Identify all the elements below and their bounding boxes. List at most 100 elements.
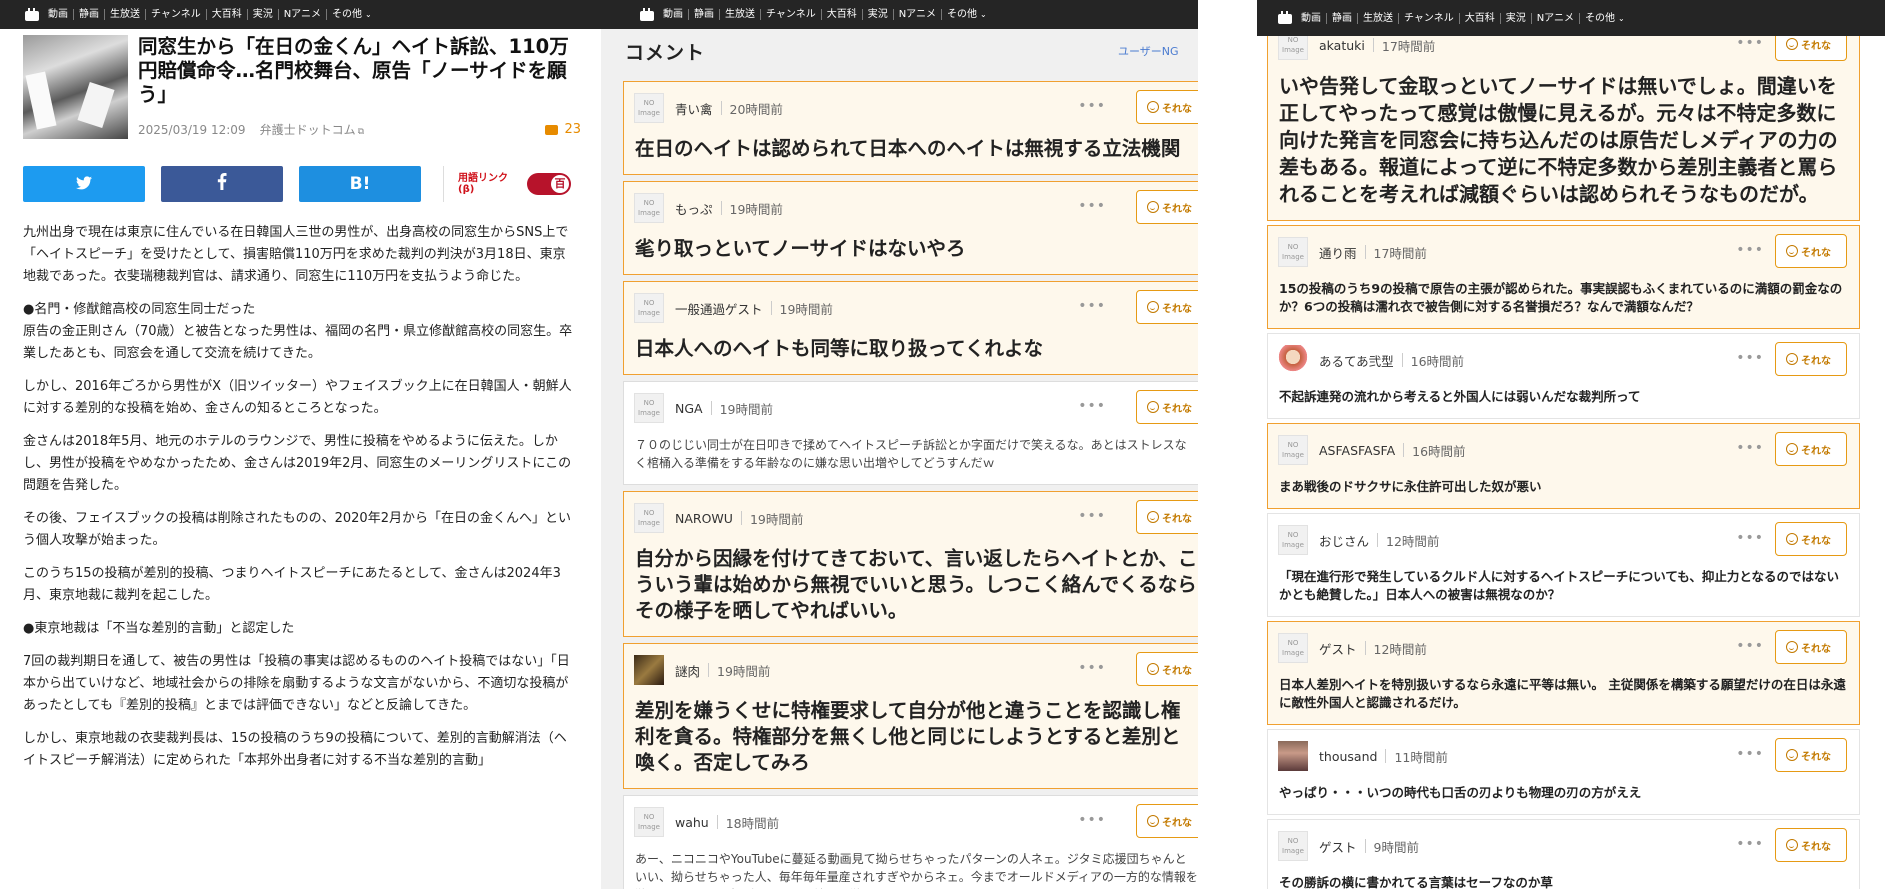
nav-item[interactable]: 大百科 bbox=[820, 9, 862, 20]
sorena-button[interactable]: それな bbox=[1775, 432, 1847, 466]
comment-username[interactable]: NGA bbox=[675, 401, 703, 416]
comment-username[interactable]: ASFASFASFA bbox=[1319, 443, 1395, 458]
nav-item[interactable]: 生放送 bbox=[104, 9, 145, 20]
comment-username[interactable]: ゲスト bbox=[1319, 639, 1357, 658]
more-options-icon[interactable]: ••• bbox=[1736, 35, 1764, 51]
sorena-button[interactable]: それな bbox=[1775, 522, 1847, 556]
nav-item-more[interactable]: その他 ⌄ bbox=[1578, 12, 1630, 24]
nav-item[interactable]: チャンネル bbox=[145, 9, 206, 20]
more-options-icon[interactable]: ••• bbox=[1736, 530, 1764, 546]
nav-item-more[interactable]: その他 ⌄ bbox=[325, 9, 377, 20]
nav-item[interactable]: 動画 bbox=[48, 9, 73, 20]
article-thumbnail[interactable] bbox=[23, 35, 128, 139]
nav-item[interactable]: 静画 bbox=[1326, 12, 1357, 24]
comment-username[interactable]: wahu bbox=[675, 815, 709, 830]
comment-time: 19時間前 bbox=[717, 663, 771, 679]
comment-username[interactable]: NAROWU bbox=[675, 511, 733, 526]
more-options-icon[interactable]: ••• bbox=[1736, 440, 1764, 456]
user-ng-link[interactable]: ユーザーNG bbox=[1118, 43, 1198, 59]
more-options-icon[interactable]: ••• bbox=[1736, 746, 1764, 762]
more-options-icon[interactable]: ••• bbox=[1078, 298, 1106, 314]
more-options-icon[interactable]: ••• bbox=[1078, 198, 1106, 214]
nav-item[interactable]: 静画 bbox=[73, 9, 104, 20]
comment-username[interactable]: thousand bbox=[1319, 749, 1377, 764]
tv-logo-icon[interactable] bbox=[1277, 11, 1293, 25]
nav-item[interactable]: Nアニメ bbox=[1530, 12, 1579, 24]
comment-header: NO Image 青い禽 20時間前 ••• それな bbox=[624, 90, 1198, 126]
more-options-icon[interactable]: ••• bbox=[1736, 242, 1764, 258]
term-link-toggle[interactable]: 百 bbox=[527, 173, 571, 195]
sorena-button[interactable]: それな bbox=[1775, 738, 1847, 772]
avatar[interactable]: NO Image bbox=[1278, 237, 1308, 267]
smile-icon bbox=[1147, 511, 1159, 523]
nav-item[interactable]: 静画 bbox=[688, 9, 719, 20]
nav-item[interactable]: Nアニメ bbox=[277, 9, 326, 20]
comment-username[interactable]: おじさん bbox=[1319, 531, 1369, 550]
tv-logo-icon[interactable] bbox=[639, 7, 655, 22]
avatar[interactable] bbox=[634, 655, 664, 685]
nav-item[interactable]: 生放送 bbox=[1357, 12, 1398, 24]
more-options-icon[interactable]: ••• bbox=[1078, 398, 1106, 414]
more-options-icon[interactable]: ••• bbox=[1078, 508, 1106, 524]
comment-username[interactable]: akatuki bbox=[1319, 38, 1365, 53]
sorena-button[interactable]: それな bbox=[1136, 500, 1198, 534]
avatar[interactable]: NO Image bbox=[634, 193, 664, 223]
avatar[interactable] bbox=[1278, 345, 1308, 375]
sorena-button[interactable]: それな bbox=[1136, 652, 1198, 686]
avatar[interactable]: NO Image bbox=[1278, 633, 1308, 663]
article-source[interactable]: 弁護士ドットコム ⧉ bbox=[260, 121, 364, 138]
facebook-f-icon bbox=[217, 173, 227, 195]
avatar[interactable]: NO Image bbox=[1278, 435, 1308, 465]
comment-username[interactable]: ゲスト bbox=[1319, 837, 1357, 856]
divider bbox=[770, 301, 772, 315]
comment-text: 毟り取っといてノーサイドはないやろ bbox=[635, 237, 966, 260]
nav-item[interactable]: 実況 bbox=[861, 9, 893, 20]
more-options-icon[interactable]: ••• bbox=[1078, 660, 1106, 676]
facebook-share-button[interactable] bbox=[161, 166, 283, 202]
hatena-bookmark-button[interactable]: B! bbox=[299, 166, 421, 202]
avatar[interactable]: NO Image bbox=[634, 807, 664, 837]
nav-item[interactable]: Nアニメ bbox=[892, 9, 941, 20]
sorena-button[interactable]: それな bbox=[1775, 234, 1847, 268]
nav-item[interactable]: 実況 bbox=[246, 9, 278, 20]
nav-item-more[interactable]: その他 ⌄ bbox=[940, 9, 992, 20]
avatar[interactable]: NO Image bbox=[634, 293, 664, 323]
nav-item[interactable]: チャンネル bbox=[1398, 12, 1459, 24]
nav-item[interactable]: 実況 bbox=[1499, 12, 1531, 24]
comment-username[interactable]: 一般通過ゲスト bbox=[675, 299, 763, 318]
nav-item[interactable]: 動画 bbox=[1301, 13, 1326, 24]
tv-logo-icon[interactable] bbox=[24, 7, 40, 22]
nav-item[interactable]: 生放送 bbox=[719, 9, 760, 20]
more-options-icon[interactable]: ••• bbox=[1078, 98, 1106, 114]
avatar[interactable]: NO Image bbox=[1278, 831, 1308, 861]
twitter-share-button[interactable] bbox=[23, 166, 145, 202]
sorena-button[interactable]: それな bbox=[1136, 804, 1198, 838]
avatar[interactable]: NO Image bbox=[1278, 525, 1308, 555]
sorena-button[interactable]: それな bbox=[1775, 342, 1847, 376]
more-options-icon[interactable]: ••• bbox=[1736, 350, 1764, 366]
comment-username[interactable]: あるてあ弐型 bbox=[1319, 351, 1394, 370]
sorena-button[interactable]: それな bbox=[1775, 828, 1847, 862]
sorena-button[interactable]: それな bbox=[1136, 90, 1198, 124]
avatar[interactable]: NO Image bbox=[634, 93, 664, 123]
nav-item[interactable]: チャンネル bbox=[760, 9, 821, 20]
avatar[interactable] bbox=[1278, 741, 1308, 771]
comment-username[interactable]: 謎肉 bbox=[675, 661, 700, 680]
avatar[interactable]: NO Image bbox=[634, 503, 664, 533]
sorena-label: それな bbox=[1162, 513, 1192, 525]
nav-item[interactable]: 大百科 bbox=[1458, 12, 1500, 24]
more-options-icon[interactable]: ••• bbox=[1736, 638, 1764, 654]
comment-username[interactable]: 青い禽 bbox=[675, 99, 713, 118]
nav-item[interactable]: 大百科 bbox=[205, 9, 247, 20]
sorena-button[interactable]: それな bbox=[1775, 630, 1847, 664]
comment-username[interactable]: 通り雨 bbox=[1319, 243, 1357, 262]
comment-count[interactable]: 23 bbox=[545, 122, 581, 137]
sorena-button[interactable]: それな bbox=[1136, 290, 1198, 324]
sorena-button[interactable]: それな bbox=[1136, 190, 1198, 224]
more-options-icon[interactable]: ••• bbox=[1736, 836, 1764, 852]
nav-item[interactable]: 動画 bbox=[663, 9, 688, 20]
sorena-button[interactable]: それな bbox=[1136, 390, 1198, 424]
avatar[interactable]: NO Image bbox=[634, 393, 664, 423]
comment-username[interactable]: もっぷ bbox=[675, 199, 713, 218]
more-options-icon[interactable]: ••• bbox=[1078, 812, 1106, 828]
